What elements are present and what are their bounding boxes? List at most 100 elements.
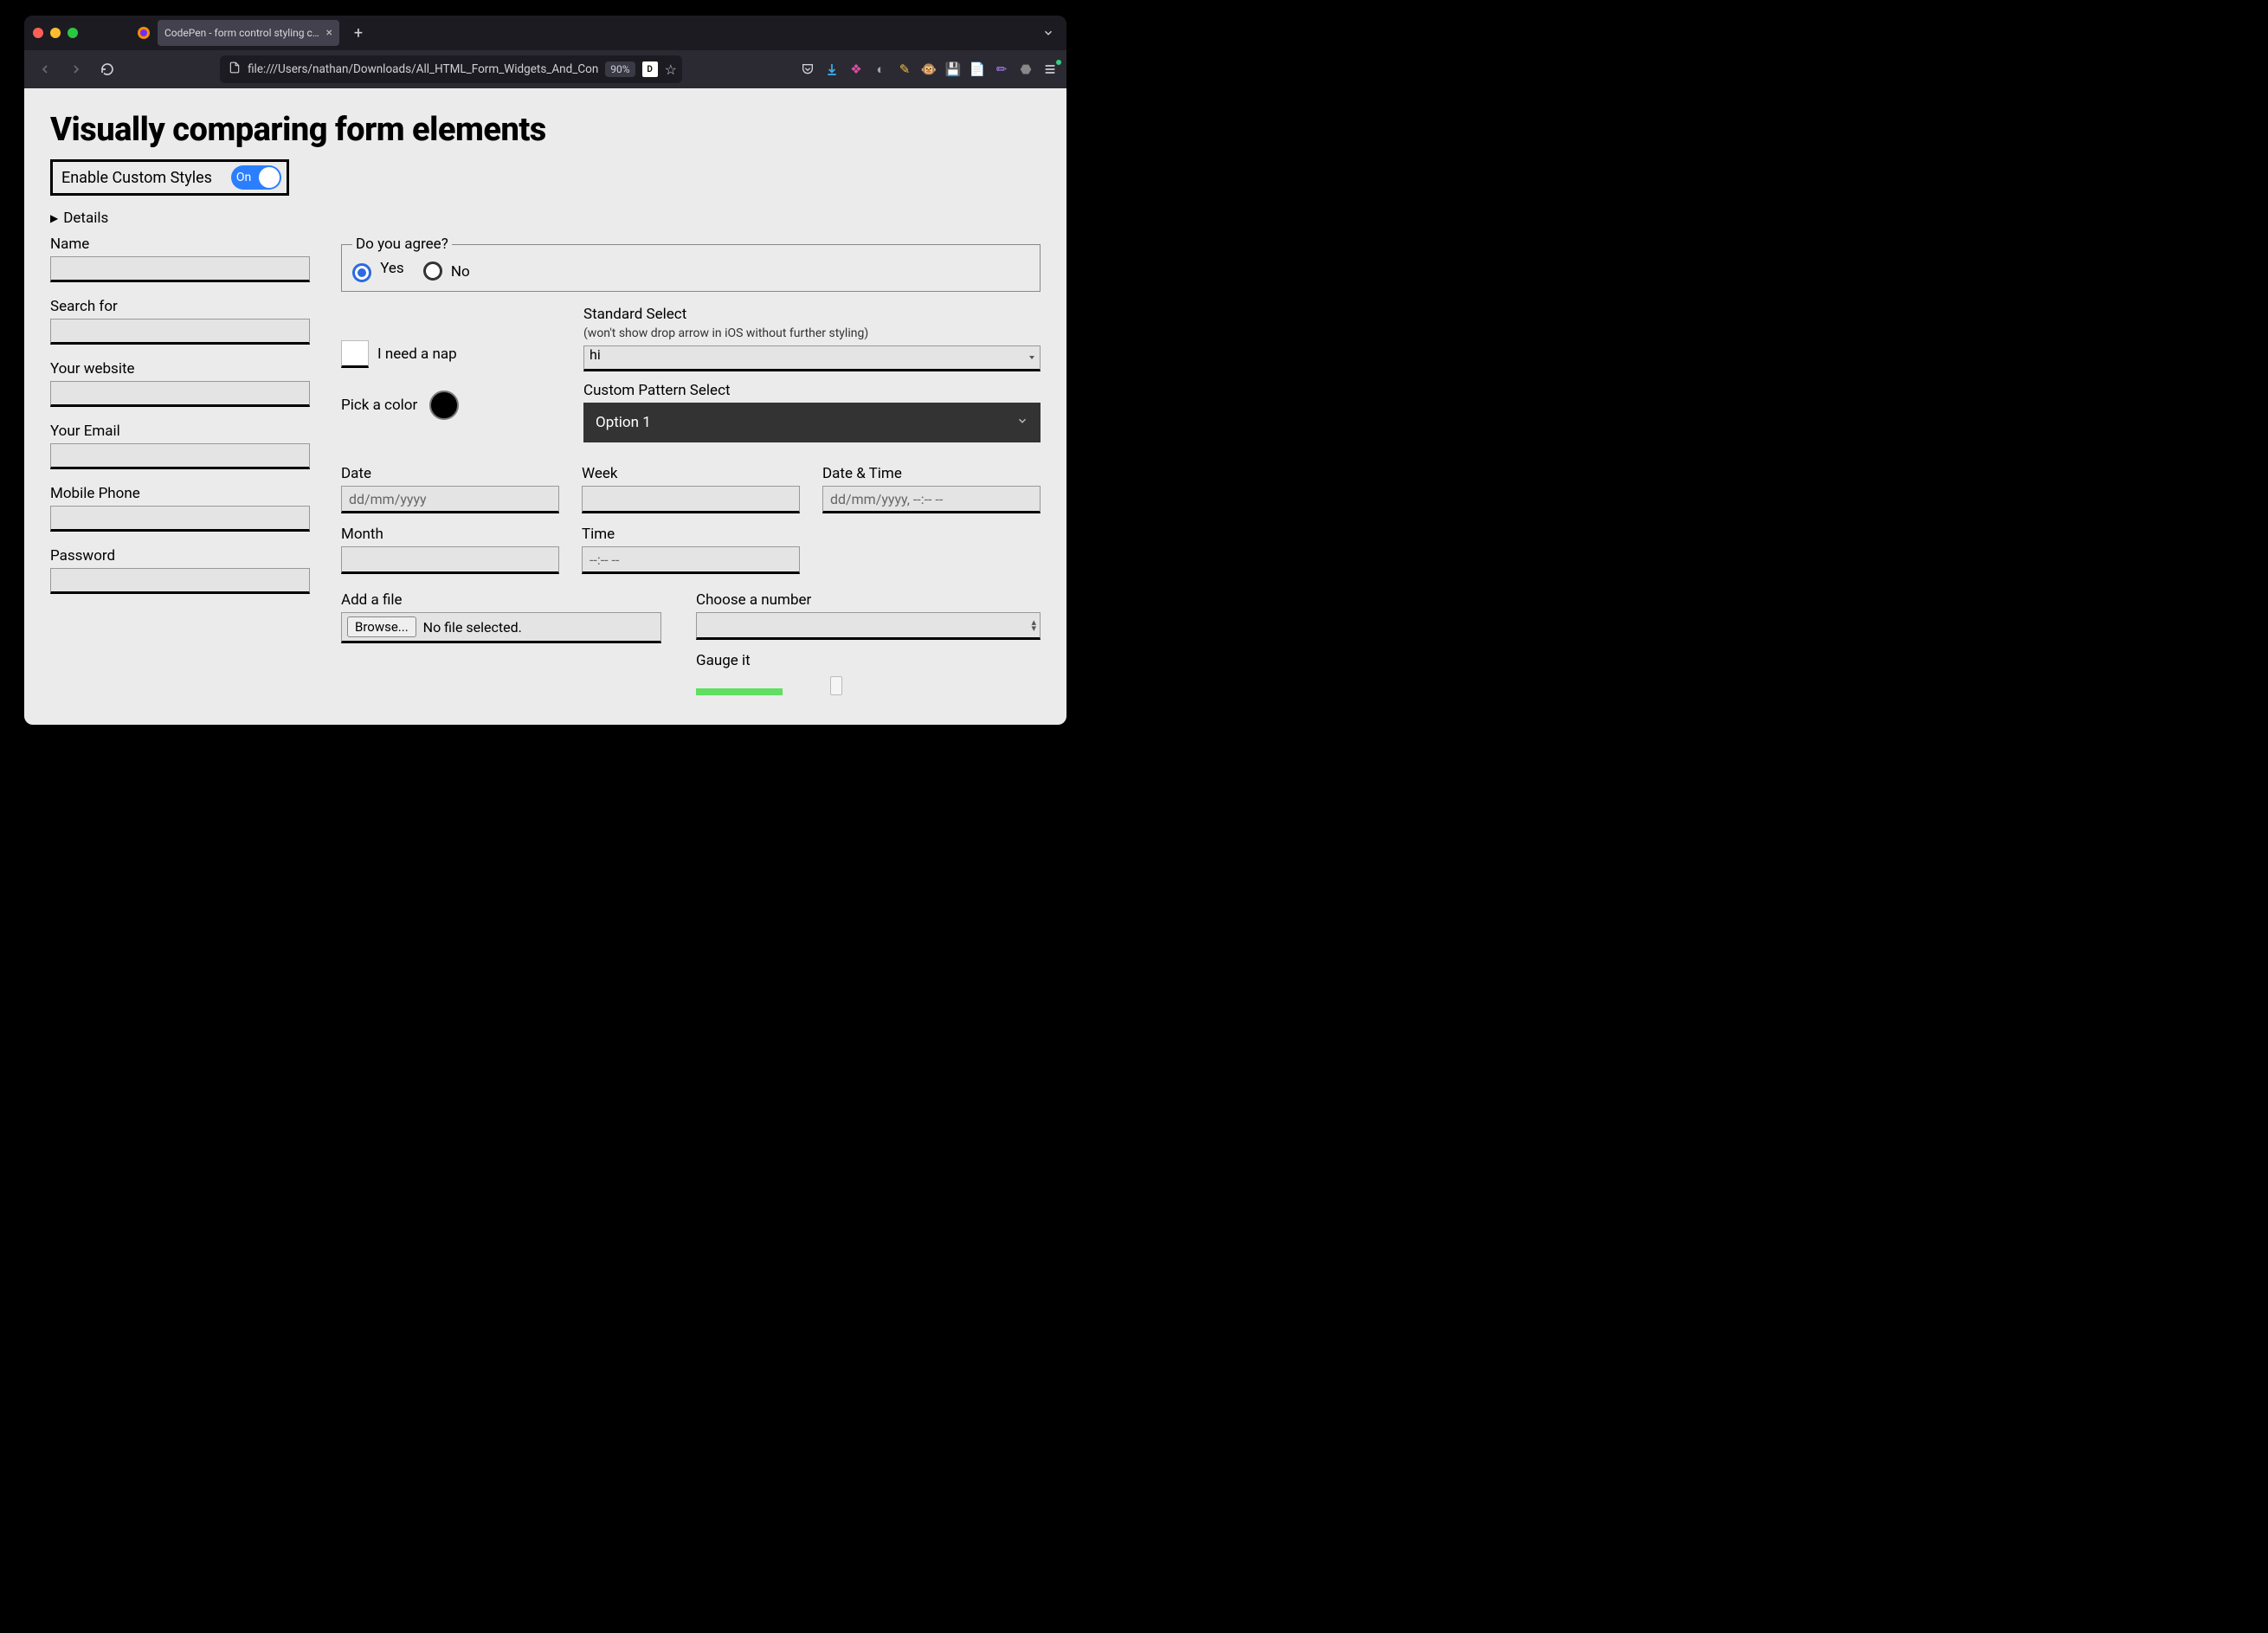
window-controls	[33, 28, 78, 38]
custom-select-value: Option 1	[596, 414, 651, 431]
std-select-label: Standard Select	[583, 306, 1041, 323]
std-select-sub: (won't show drop arrow in iOS without fu…	[583, 326, 1041, 340]
ext-icon-6[interactable]: 📄	[970, 61, 985, 77]
gauge-thumb[interactable]	[830, 676, 842, 695]
date-placeholder: dd/mm/yyyy	[349, 491, 427, 507]
url-input[interactable]: file:///Users/nathan/Downloads/All_HTML_…	[220, 55, 682, 83]
date-label: Date	[341, 465, 559, 482]
file-label: Add a file	[341, 591, 661, 609]
ext-icon-1[interactable]: ❖	[848, 61, 864, 77]
datetime-label: Date & Time	[822, 465, 1041, 482]
forward-button[interactable]	[64, 57, 88, 81]
browser-toolbar: file:///Users/nathan/Downloads/All_HTML_…	[24, 50, 1066, 88]
week-input[interactable]	[582, 486, 800, 513]
browser-window: CodePen - form control styling comp × + …	[24, 16, 1066, 725]
url-text: file:///Users/nathan/Downloads/All_HTML_…	[248, 62, 598, 76]
time-input[interactable]: --:-- --	[582, 546, 800, 574]
tabs-overflow-button[interactable]	[1042, 16, 1054, 50]
details-label: Details	[63, 210, 108, 227]
reader-mode-badge[interactable]: D	[642, 61, 658, 77]
disclosure-triangle-icon: ▶	[50, 212, 58, 224]
password-label: Password	[50, 547, 310, 565]
ext-icon-7[interactable]: ✏	[994, 61, 1009, 77]
phone-input[interactable]	[50, 506, 310, 532]
color-input[interactable]	[429, 390, 459, 420]
phone-label: Mobile Phone	[50, 485, 310, 502]
search-label: Search for	[50, 298, 310, 315]
left-column: Name Search for Your website Your Email	[50, 236, 310, 610]
gauge-label: Gauge it	[696, 652, 1041, 669]
close-window-button[interactable]	[33, 28, 43, 38]
new-tab-button[interactable]: +	[346, 21, 370, 45]
zoom-badge[interactable]: 90%	[605, 61, 635, 77]
file-input[interactable]: Browse... No file selected.	[341, 612, 661, 643]
std-select-value: hi	[590, 346, 601, 363]
month-input[interactable]	[341, 546, 559, 574]
ext-icon-8[interactable]: ⬣	[1018, 61, 1034, 77]
ext-icon-4[interactable]: 🐵	[921, 61, 937, 77]
radio-yes-label: Yes	[380, 260, 403, 277]
month-label: Month	[341, 526, 559, 543]
switch-text: On	[236, 171, 251, 184]
search-input[interactable]	[50, 319, 310, 345]
stepper-down-icon: ▾	[1031, 625, 1036, 631]
name-label: Name	[50, 236, 310, 253]
custom-select[interactable]: Option 1	[583, 403, 1041, 442]
enable-custom-styles-box: Enable Custom Styles On	[50, 159, 289, 196]
zoom-window-button[interactable]	[68, 28, 78, 38]
browse-button[interactable]: Browse...	[347, 616, 416, 637]
close-tab-icon[interactable]: ×	[326, 27, 332, 39]
download-icon[interactable]	[824, 61, 840, 77]
extensions-row: ❖ ◐ ✎ 🐵 💾 📄 ✏ ⬣	[800, 61, 1058, 77]
ext-icon-3[interactable]: ✎	[897, 61, 912, 77]
nap-label: I need a nap	[377, 345, 457, 363]
datetime-input[interactable]: dd/mm/yyyy, --:-- --	[822, 486, 1041, 513]
reload-button[interactable]	[95, 57, 119, 81]
file-icon	[229, 61, 241, 77]
color-label: Pick a color	[341, 397, 417, 414]
date-input[interactable]: dd/mm/yyyy	[341, 486, 559, 513]
gauge-fill	[696, 688, 783, 695]
time-placeholder: --:-- --	[590, 552, 619, 568]
tab-strip: CodePen - form control styling comp × +	[24, 16, 1066, 50]
radio-yes[interactable]: Yes	[352, 260, 404, 282]
pocket-icon[interactable]	[800, 61, 815, 77]
address-bar: file:///Users/nathan/Downloads/All_HTML_…	[126, 55, 776, 83]
gauge-slider[interactable]	[696, 678, 1041, 695]
radio-icon	[352, 263, 371, 282]
enable-label: Enable Custom Styles	[61, 169, 212, 187]
time-label: Time	[582, 526, 800, 543]
bookmark-star-icon[interactable]: ☆	[665, 61, 677, 78]
ext-icon-2[interactable]: ◐	[873, 61, 888, 77]
radio-no[interactable]: No	[423, 261, 470, 281]
number-label: Choose a number	[696, 591, 1041, 609]
number-input[interactable]: ▴ ▾	[696, 612, 1041, 640]
agree-fieldset: Do you agree? Yes No	[341, 236, 1041, 292]
website-label: Your website	[50, 360, 310, 378]
email-label: Your Email	[50, 423, 310, 440]
radio-icon	[423, 261, 442, 281]
radio-no-label: No	[451, 263, 470, 281]
tab-title: CodePen - form control styling comp	[164, 27, 321, 39]
minimize-window-button[interactable]	[50, 28, 61, 38]
browser-tab[interactable]: CodePen - form control styling comp ×	[158, 20, 339, 46]
app-menu-button[interactable]	[1042, 61, 1058, 77]
password-input[interactable]	[50, 568, 310, 594]
back-button[interactable]	[33, 57, 57, 81]
details-toggle[interactable]: ▶ Details	[50, 210, 1041, 227]
agree-legend: Do you agree?	[352, 236, 452, 253]
website-input[interactable]	[50, 381, 310, 407]
number-stepper[interactable]: ▴ ▾	[1031, 619, 1036, 631]
switch-knob	[259, 167, 280, 188]
chevron-down-icon	[1016, 414, 1028, 431]
email-input[interactable]	[50, 443, 310, 469]
page-title: Visually comparing form elements	[50, 111, 1041, 149]
std-select[interactable]: hi	[583, 345, 1041, 371]
enable-switch[interactable]: On	[231, 165, 281, 190]
ext-icon-5[interactable]: 💾	[945, 61, 961, 77]
name-input[interactable]	[50, 256, 310, 282]
datetime-placeholder: dd/mm/yyyy, --:-- --	[830, 491, 943, 507]
page-content: Visually comparing form elements Enable …	[24, 88, 1066, 725]
firefox-icon	[137, 26, 151, 40]
nap-checkbox[interactable]	[341, 340, 369, 368]
